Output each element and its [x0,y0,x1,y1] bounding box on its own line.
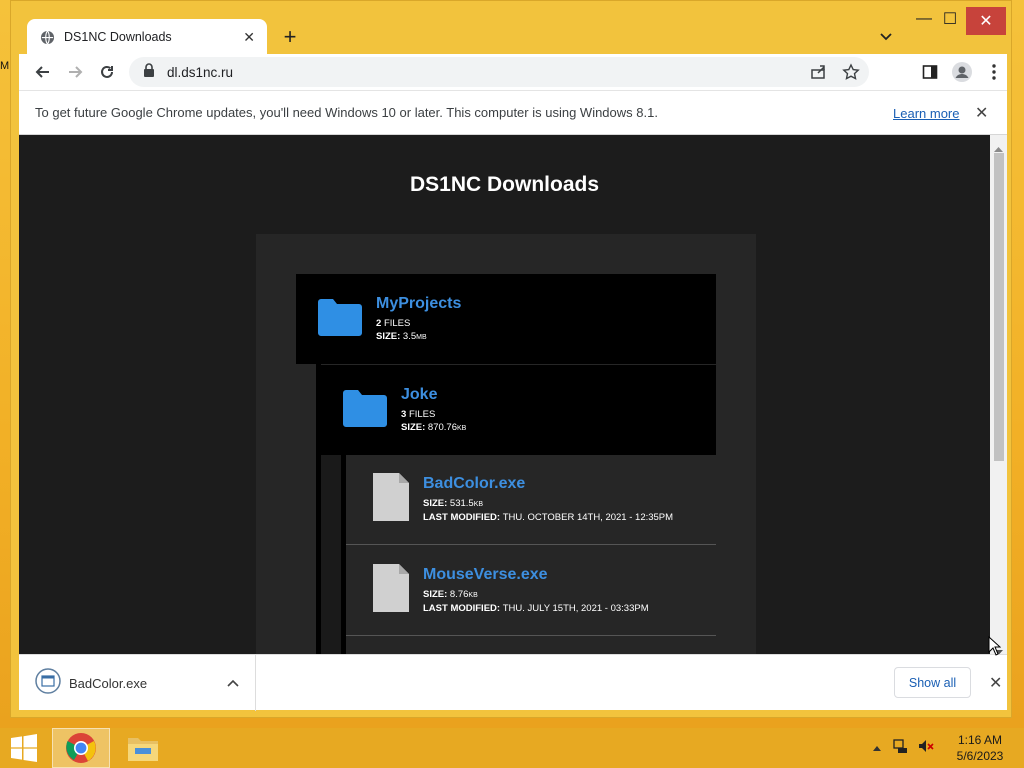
chevron-up-icon[interactable] [227,674,239,692]
close-window-button[interactable]: ✕ [966,7,1006,35]
clock-date: 5/6/2023 [956,749,1004,763]
file-size-unit: KB [468,592,478,599]
file-row-mouseverse[interactable]: MouseVerse.exe SIZE: 8.76KB LAST MODIFIE… [346,546,716,636]
file-name[interactable]: MouseVerse.exe [423,566,649,584]
browser-toolbar: dl.ds1nc.ru [19,54,1007,90]
system-clock[interactable]: 1:16 AM 5/6/2023 [950,732,1010,764]
tab-close-icon[interactable]: ✕ [243,29,255,46]
url-text: dl.ds1nc.ru [167,64,234,80]
menu-kebab-icon[interactable] [980,58,1008,86]
file-size-label: SIZE: [423,498,448,509]
folder-name[interactable]: Joke [401,386,466,404]
folder-row-joke[interactable]: Joke 3 FILES SIZE: 870.76KB [321,365,716,455]
scroll-thumb[interactable] [994,153,1004,461]
learn-more-link[interactable]: Learn more [893,106,959,121]
show-all-button[interactable]: Show all [894,667,971,698]
folder-files-label: FILES [383,317,411,329]
maximize-button[interactable]: ☐ [940,9,960,29]
file-icon [373,473,409,526]
file-modified-value: THU. OCTOBER 14TH, 2021 - 12:35PM [502,512,674,523]
profile-avatar-icon[interactable] [948,58,976,86]
file-size-value: 8.76 [449,589,469,600]
exe-file-icon [35,667,61,699]
side-panel-icon[interactable] [916,58,944,86]
tab-search-chevron-icon[interactable] [875,25,897,47]
folder-size-label: SIZE: [376,330,401,342]
file-modified-label: LAST MODIFIED: [423,603,501,614]
folder-size-value: 870.76 [427,421,457,433]
download-shelf: BadColor.exe Show all ✕ [19,654,1007,711]
shelf-close-icon[interactable]: ✕ [989,673,1002,693]
file-size-unit: KB [473,501,484,508]
start-button[interactable] [0,728,48,768]
taskbar: 1:16 AM 5/6/2023 [0,728,1024,768]
folder-files-count: 2 [376,317,382,329]
infobar-message: To get future Google Chrome updates, you… [35,105,658,120]
file-icon [373,564,409,617]
folder-size-label: SIZE: [401,421,426,433]
download-item[interactable]: BadColor.exe [19,655,256,711]
folder-size-unit: KB [456,424,467,432]
mouse-cursor-icon [988,635,1002,661]
folder-size-unit: MB [416,333,427,341]
file-row-badcolor[interactable]: BadColor.exe SIZE: 531.5KB LAST MODIFIED… [346,455,716,545]
tab-ds1nc-downloads[interactable]: DS1NC Downloads ✕ [27,19,267,55]
file-size-label: SIZE: [423,589,448,600]
folder-icon [343,389,387,432]
page-content: DS1NC Downloads MyProjects 2 FILES SIZE:… [19,135,990,654]
file-modified-value: THU. JULY 15TH, 2021 - 03:33PM [502,603,649,614]
lock-icon[interactable] [143,62,155,82]
minimize-button[interactable]: — [914,9,934,29]
infobar-close-icon[interactable]: ✕ [975,103,988,123]
file-modified-label: LAST MODIFIED: [423,512,501,523]
file-size-value: 531.5 [449,498,474,509]
download-filename: BadColor.exe [69,675,148,691]
folder-icon [318,298,362,341]
system-tray [872,728,934,768]
forward-arrow-icon[interactable] [61,58,89,86]
clock-time: 1:16 AM [957,733,1003,747]
folder-row-myprojects[interactable]: MyProjects 2 FILES SIZE: 3.5MB [296,274,716,364]
taskbar-chrome-icon[interactable] [52,728,110,768]
desktop-text: M [0,60,10,72]
volume-muted-icon[interactable] [918,738,934,759]
folder-name[interactable]: MyProjects [376,295,461,313]
address-bar[interactable]: dl.ds1nc.ru [129,57,869,87]
reload-icon[interactable] [93,58,121,86]
taskbar-file-explorer-icon[interactable] [115,728,171,768]
new-tab-button[interactable]: + [276,23,304,51]
tree-indent [321,455,341,654]
tab-strip: DS1NC Downloads ✕ + — ☐ ✕ [11,1,1011,55]
tray-chevron-up-icon[interactable] [872,739,882,757]
update-infobar: To get future Google Chrome updates, you… [19,90,1007,135]
bookmark-star-icon[interactable] [837,58,865,86]
file-name[interactable]: BadColor.exe [423,475,673,493]
folder-files-label: FILES [408,408,436,420]
vertical-scrollbar[interactable] [990,135,1007,655]
globe-icon [39,29,55,45]
folder-size-value: 3.5 [402,330,417,342]
file-listing: MyProjects 2 FILES SIZE: 3.5MB Joke 3 FI… [256,234,756,654]
back-arrow-icon[interactable] [29,58,57,86]
page-title: DS1NC Downloads [409,173,600,196]
browser-window: DS1NC Downloads ✕ + — ☐ ✕ dl.ds1nc.ru To… [10,0,1012,718]
tab-title: DS1NC Downloads [64,30,172,44]
network-icon[interactable] [892,738,908,759]
folder-files-count: 3 [401,408,407,420]
share-icon[interactable] [805,58,833,86]
